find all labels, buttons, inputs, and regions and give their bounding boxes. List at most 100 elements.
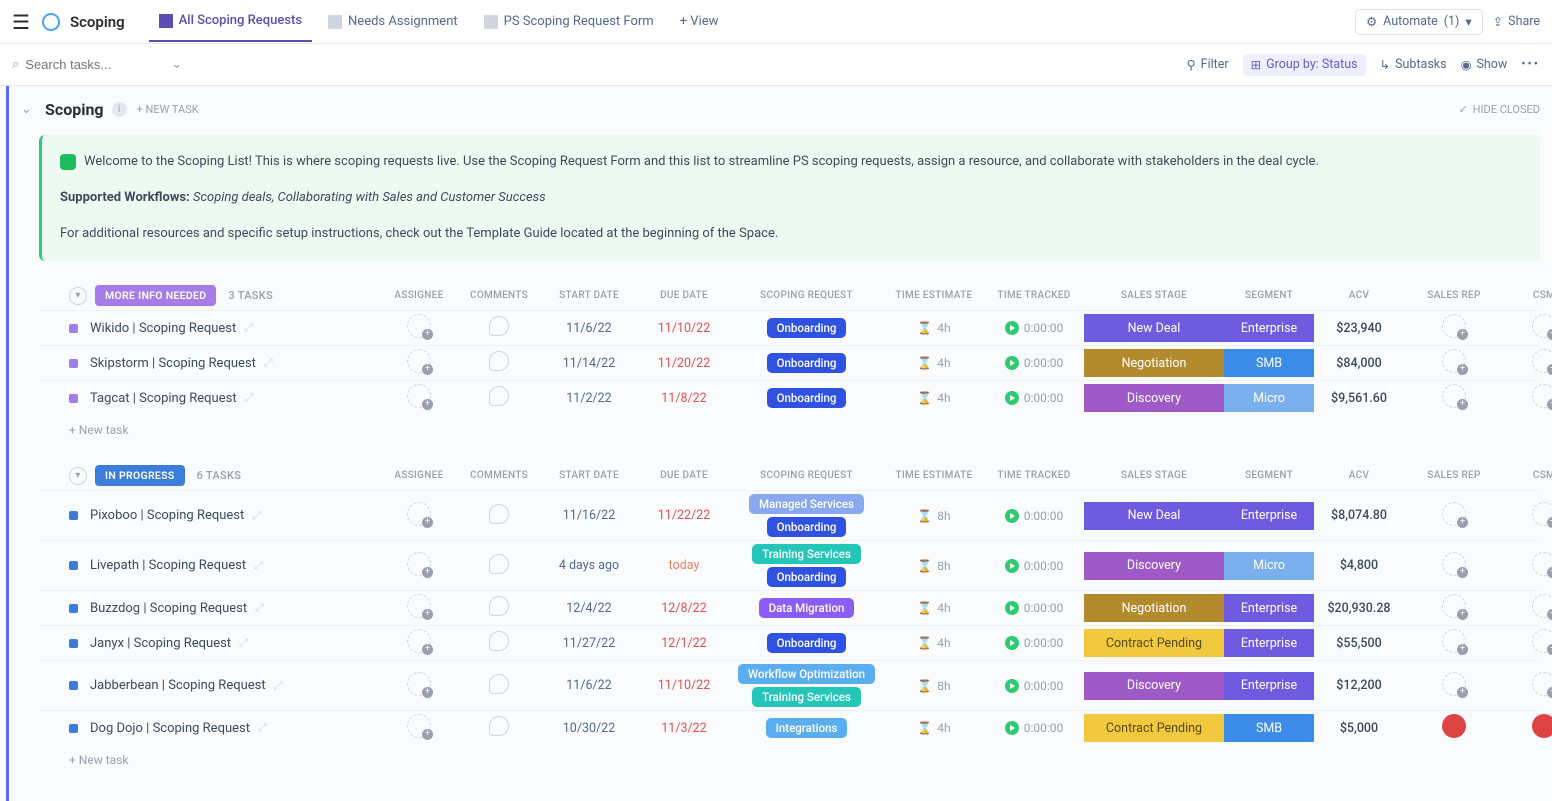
scoping-chip[interactable]: Data Migration [759, 598, 855, 618]
column-header[interactable]: SALES STAGE [1084, 290, 1224, 301]
due-date[interactable]: 11/3/22 [639, 721, 729, 736]
task-row[interactable]: Buzzdog | Scoping Request ⤢ 12/4/22 12/8… [39, 590, 1540, 625]
column-header[interactable]: SALES REP [1404, 470, 1504, 481]
scoping-chip[interactable]: Onboarding [767, 633, 847, 653]
expand-icon[interactable]: ⤢ [252, 509, 261, 523]
due-date[interactable]: 11/22/22 [639, 508, 729, 523]
play-icon[interactable] [1005, 679, 1019, 693]
scoping-chip[interactable]: Onboarding [767, 388, 847, 408]
view-tab[interactable]: PS Scoping Request Form [474, 1, 664, 42]
due-date[interactable]: 11/10/22 [639, 321, 729, 336]
scoping-chip[interactable]: Training Services [752, 544, 861, 564]
column-header[interactable]: CSM [1504, 470, 1552, 481]
due-date[interactable]: 11/8/22 [639, 391, 729, 406]
play-icon[interactable] [1005, 391, 1019, 405]
sales-stage[interactable]: Negotiation [1084, 594, 1224, 622]
assign-assignee[interactable] [407, 384, 431, 408]
task-title[interactable]: Buzzdog | Scoping Request [90, 601, 247, 616]
groupby-button[interactable]: ⊞Group by: Status [1243, 54, 1366, 76]
status-bullet[interactable] [69, 324, 78, 333]
group-collapse-icon[interactable]: ▾ [69, 287, 87, 305]
scoping-chip[interactable]: Workflow Optimization [738, 664, 875, 684]
column-header[interactable]: ASSIGNEE [379, 470, 459, 481]
task-title[interactable]: Livepath | Scoping Request [90, 558, 246, 573]
acv[interactable]: $9,561.60 [1314, 391, 1404, 406]
time-tracked[interactable]: 0:00:00 [984, 509, 1084, 523]
sales-stage[interactable]: Discovery [1084, 552, 1224, 580]
comment-icon[interactable] [489, 554, 509, 574]
time-estimate[interactable]: ⌛8h [884, 679, 984, 693]
column-header[interactable]: START DATE [539, 470, 639, 481]
task-row[interactable]: Jabberbean | Scoping Request ⤢ 11/6/22 1… [39, 660, 1540, 710]
start-date[interactable]: 4 days ago [539, 558, 639, 573]
column-header[interactable]: TIME ESTIMATE [884, 290, 984, 301]
time-estimate[interactable]: ⌛4h [884, 636, 984, 650]
acv[interactable]: $8,074.80 [1314, 508, 1404, 523]
segment[interactable]: SMB [1224, 714, 1314, 742]
assign-csm[interactable] [1532, 314, 1552, 338]
assign-csm[interactable] [1532, 384, 1552, 408]
assign-assignee[interactable] [407, 502, 431, 526]
segment[interactable]: SMB [1224, 349, 1314, 377]
expand-icon[interactable]: ⤢ [264, 356, 273, 370]
scoping-chip[interactable]: Onboarding [767, 517, 847, 537]
view-tab[interactable]: Needs Assignment [318, 1, 468, 42]
time-tracked[interactable]: 0:00:00 [984, 636, 1084, 650]
assign-csm[interactable] [1532, 552, 1552, 576]
column-header[interactable]: SEGMENT [1224, 470, 1314, 481]
play-icon[interactable] [1005, 636, 1019, 650]
time-tracked[interactable]: 0:00:00 [984, 356, 1084, 370]
column-header[interactable]: SALES REP [1404, 290, 1504, 301]
task-title[interactable]: Tagcat | Scoping Request [90, 391, 237, 406]
time-estimate[interactable]: ⌛4h [884, 721, 984, 735]
start-date[interactable]: 11/2/22 [539, 391, 639, 406]
sales-stage[interactable]: New Deal [1084, 502, 1224, 530]
assign-assignee[interactable] [407, 552, 431, 576]
segment[interactable]: Micro [1224, 552, 1314, 580]
comment-icon[interactable] [489, 596, 509, 616]
sales-stage[interactable]: Contract Pending [1084, 629, 1224, 657]
new-task-row[interactable]: + New task [39, 415, 1540, 437]
status-bullet[interactable] [69, 561, 78, 570]
scoping-chip[interactable]: Integrations [766, 718, 848, 738]
task-row[interactable]: Wikido | Scoping Request ⤢ 11/6/22 11/10… [39, 310, 1540, 345]
assign-assignee[interactable] [407, 314, 431, 338]
time-estimate[interactable]: ⌛8h [884, 559, 984, 573]
due-date[interactable]: 12/8/22 [639, 601, 729, 616]
status-bullet[interactable] [69, 681, 78, 690]
comment-icon[interactable] [489, 351, 509, 371]
column-header[interactable]: SEGMENT [1224, 290, 1314, 301]
status-bullet[interactable] [69, 394, 78, 403]
segment[interactable]: Enterprise [1224, 594, 1314, 622]
expand-icon[interactable]: ⤢ [254, 559, 263, 573]
expand-icon[interactable]: ⤢ [239, 636, 248, 650]
play-icon[interactable] [1005, 509, 1019, 523]
status-bullet[interactable] [69, 724, 78, 733]
time-estimate[interactable]: ⌛4h [884, 321, 984, 335]
scoping-chip[interactable]: Training Services [752, 687, 861, 707]
acv[interactable]: $12,200 [1314, 678, 1404, 693]
assign-sales-rep[interactable] [1442, 502, 1466, 526]
task-title[interactable]: Wikido | Scoping Request [90, 321, 236, 336]
acv[interactable]: $55,500 [1314, 636, 1404, 651]
sales-rep-avatar[interactable] [1442, 714, 1466, 738]
status-bullet[interactable] [69, 511, 78, 520]
segment[interactable]: Enterprise [1224, 629, 1314, 657]
task-row[interactable]: Janyx | Scoping Request ⤢ 11/27/22 12/1/… [39, 625, 1540, 660]
time-tracked[interactable]: 0:00:00 [984, 559, 1084, 573]
column-header[interactable]: CSM [1504, 290, 1552, 301]
expand-icon[interactable]: ⤢ [274, 679, 283, 693]
search-input[interactable] [25, 57, 165, 72]
assign-sales-rep[interactable] [1442, 629, 1466, 653]
acv[interactable]: $5,000 [1314, 721, 1404, 736]
status-bullet[interactable] [69, 604, 78, 613]
status-badge[interactable]: IN PROGRESS [95, 465, 185, 486]
column-header[interactable]: ACV [1314, 290, 1404, 301]
column-header[interactable]: DUE DATE [639, 470, 729, 481]
expand-icon[interactable]: ⤢ [258, 721, 267, 735]
comment-icon[interactable] [489, 386, 509, 406]
column-header[interactable]: SCOPING REQUEST [729, 470, 884, 481]
due-date[interactable]: today [639, 558, 729, 573]
assign-csm[interactable] [1532, 629, 1552, 653]
assign-sales-rep[interactable] [1442, 672, 1466, 696]
